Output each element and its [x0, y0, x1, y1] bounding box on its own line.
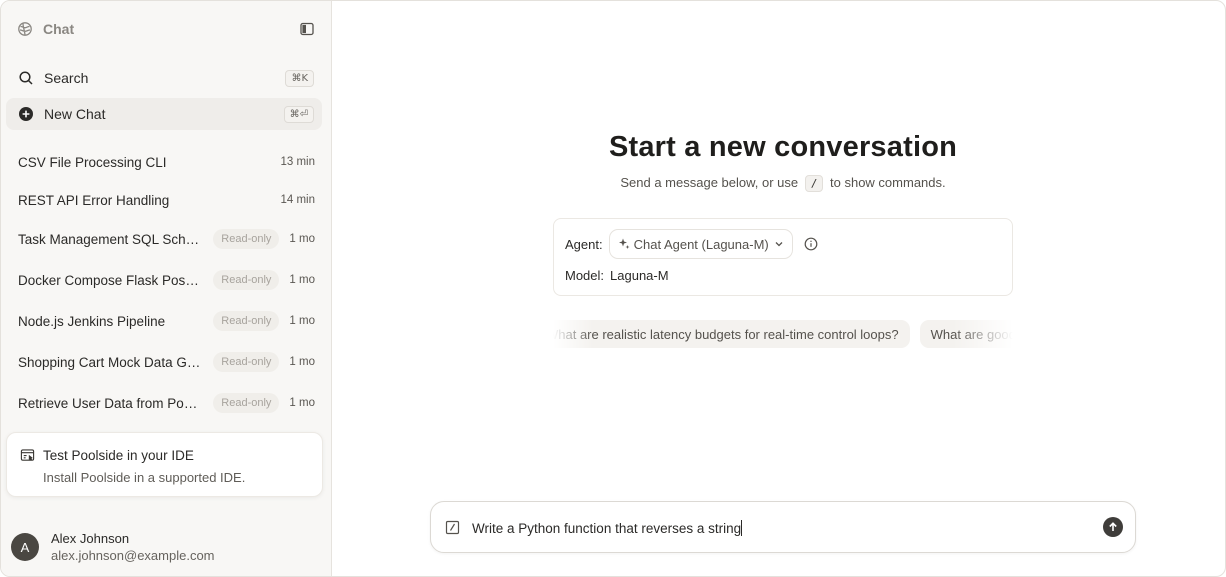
edit-mode-icon[interactable]: [445, 520, 460, 535]
chat-list-item[interactable]: Docker Compose Flask Postgres Read-only …: [6, 264, 322, 296]
read-only-badge: Read-only: [213, 311, 280, 331]
chat-time: 1 mo: [289, 356, 315, 368]
text-caret: [741, 520, 743, 536]
sidebar: Chat Search ⌘K New Chat ⌘⏎ CSV File Proc…: [1, 1, 332, 576]
ide-promo-subtitle: Install Poolside in a supported IDE.: [43, 470, 246, 485]
chat-time: 1 mo: [289, 233, 315, 245]
ide-window-icon: [20, 449, 35, 461]
page-title: Start a new conversation: [608, 131, 958, 163]
chat-time: 14 min: [280, 194, 315, 206]
new-chat-shortcut: ⌘⏎: [283, 105, 314, 123]
sparkle-icon: [618, 238, 630, 249]
chat-time: 1 mo: [289, 274, 315, 286]
search-button[interactable]: Search ⌘K: [6, 62, 322, 94]
info-icon[interactable]: [804, 237, 818, 251]
search-label: Search: [44, 70, 89, 86]
chat-list-item[interactable]: Retrieve User Data from Postgres Read-on…: [6, 387, 322, 419]
user-profile[interactable]: A Alex Johnson alex.johnson@example.com: [11, 530, 215, 564]
user-info: Alex Johnson alex.johnson@example.com: [51, 530, 215, 564]
model-row: Model: Laguna-M: [565, 268, 669, 283]
chat-time: 13 min: [280, 156, 315, 168]
sidebar-toggle-icon[interactable]: [299, 21, 315, 37]
message-input[interactable]: Write a Python function that reverses a …: [472, 520, 743, 536]
chat-time: 1 mo: [289, 397, 315, 409]
plus-circle-icon: [19, 107, 33, 121]
suggestion-chip[interactable]: What are good heuristics: [919, 320, 1013, 348]
subtitle-text-before: Send a message below, or use: [620, 175, 799, 190]
chat-list-item[interactable]: Task Management SQL Schema Read-only 1 m…: [6, 223, 322, 255]
agent-label: Agent:: [565, 236, 603, 252]
agent-row: Agent: Chat Agent (Laguna-M): [565, 229, 818, 259]
chat-title: Docker Compose Flask Postgres: [18, 272, 202, 288]
chat-list-item[interactable]: Shopping Cart Mock Data Generator Read-o…: [6, 346, 322, 378]
page-subtitle: Send a message below, or use / to show c…: [332, 175, 1225, 192]
chat-title: CSV File Processing CLI: [18, 154, 167, 170]
poolside-logo-icon: [18, 22, 32, 36]
ide-promo-title: Test Poolside in your IDE: [43, 448, 194, 463]
search-icon: [19, 71, 33, 85]
chat-title: Shopping Cart Mock Data Generator: [18, 354, 202, 370]
user-email: alex.johnson@example.com: [51, 548, 215, 563]
avatar: A: [11, 533, 39, 561]
message-input-value: Write a Python function that reverses a …: [472, 521, 742, 536]
chat-title: REST API Error Handling: [18, 192, 170, 208]
chat-list-item[interactable]: CSV File Processing CLI 13 min: [6, 146, 322, 178]
chat-list-item[interactable]: REST API Error Handling 14 min: [6, 184, 322, 216]
new-chat-button[interactable]: New Chat ⌘⏎: [6, 98, 322, 130]
suggestions-track: What are realistic latency budgets for r…: [553, 320, 1013, 348]
read-only-badge: Read-only: [213, 393, 280, 413]
model-value: Laguna-M: [610, 268, 669, 283]
sidebar-title: Chat: [43, 21, 75, 37]
main-panel: Start a new conversation Send a message …: [332, 1, 1225, 576]
chat-time: 1 mo: [289, 315, 315, 327]
read-only-badge: Read-only: [213, 229, 280, 249]
sidebar-header: Chat: [17, 19, 315, 39]
model-label: Model:: [565, 268, 605, 283]
agent-value: Chat Agent (Laguna-M): [633, 236, 769, 252]
chat-title: Task Management SQL Schema: [18, 231, 202, 247]
chat-title: Retrieve User Data from Postgres: [18, 395, 202, 411]
chevron-down-icon: [775, 242, 783, 247]
read-only-badge: Read-only: [213, 270, 280, 290]
chat-title: Node.js Jenkins Pipeline: [18, 313, 166, 329]
subtitle-text-after: to show commands.: [830, 175, 946, 190]
search-shortcut: ⌘K: [285, 69, 314, 87]
suggestions-carousel: What are realistic latency budgets for r…: [553, 320, 1013, 350]
new-chat-label: New Chat: [44, 106, 106, 122]
suggestion-chip[interactable]: What are realistic latency budgets for r…: [553, 320, 910, 348]
arrow-up-icon: [1109, 522, 1117, 531]
message-composer[interactable]: Write a Python function that reverses a …: [430, 501, 1136, 553]
agent-select[interactable]: Chat Agent (Laguna-M): [608, 229, 793, 259]
slash-command-key: /: [804, 175, 824, 192]
agent-settings-card: Agent: Chat Agent (Laguna-M) Model: Lagu…: [553, 218, 1013, 296]
user-name: Alex Johnson: [51, 531, 130, 546]
app-window: Chat Search ⌘K New Chat ⌘⏎ CSV File Proc…: [0, 0, 1226, 577]
ide-promo-card[interactable]: Test Poolside in your IDE Install Poolsi…: [6, 432, 323, 497]
send-button[interactable]: [1103, 517, 1123, 537]
chat-list-item[interactable]: Node.js Jenkins Pipeline Read-only 1 mo: [6, 305, 322, 337]
read-only-badge: Read-only: [213, 352, 280, 372]
